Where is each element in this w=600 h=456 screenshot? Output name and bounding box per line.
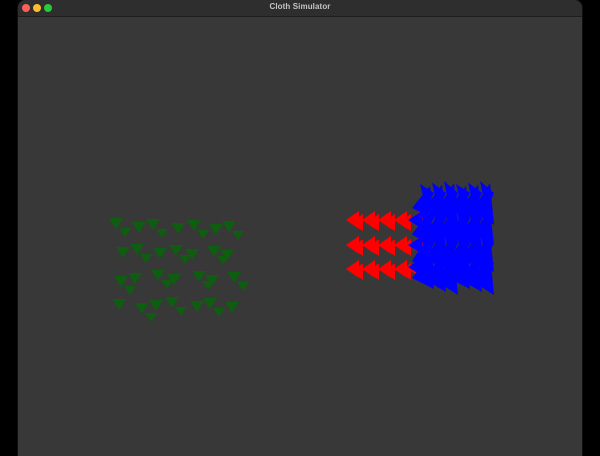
cloth-particle bbox=[146, 219, 160, 230]
cloth-particle bbox=[187, 220, 201, 231]
window-title: Cloth Simulator bbox=[269, 2, 331, 11]
cloth-particle bbox=[114, 276, 128, 287]
cloth-particle bbox=[140, 254, 152, 263]
cloth-particle bbox=[119, 228, 131, 237]
cloth-particle bbox=[227, 272, 241, 283]
cloth-particle bbox=[149, 300, 163, 311]
cloth-particle bbox=[151, 270, 165, 281]
cloth-particle bbox=[232, 231, 244, 240]
cloth-particle bbox=[128, 273, 142, 284]
blue-cloth bbox=[408, 181, 494, 295]
cloth-particle bbox=[145, 313, 157, 322]
cloth-particle bbox=[213, 308, 225, 317]
cloth-particle bbox=[156, 229, 168, 238]
cloth-particle bbox=[109, 218, 123, 229]
app-window: Cloth Simulator bbox=[18, 0, 582, 456]
cloth-particle bbox=[179, 255, 191, 264]
title-bar[interactable]: Cloth Simulator bbox=[18, 0, 582, 17]
cloth-particle bbox=[175, 307, 187, 316]
simulation-canvas[interactable] bbox=[18, 17, 582, 456]
cloth-particle bbox=[197, 230, 209, 239]
cloth-particle bbox=[161, 280, 173, 289]
cloth-particle bbox=[153, 248, 167, 259]
cloth-particle bbox=[171, 223, 185, 234]
cloth-particle bbox=[135, 303, 149, 314]
cloth-particle bbox=[207, 246, 221, 257]
cloth-particle bbox=[165, 297, 179, 308]
green-cloth bbox=[109, 218, 249, 322]
cloth-particle bbox=[130, 244, 144, 255]
cloth-particle bbox=[192, 271, 206, 282]
simulation-viewport bbox=[109, 181, 494, 322]
cloth-particle bbox=[132, 222, 146, 233]
cloth-particle bbox=[112, 299, 126, 310]
cloth-particle bbox=[169, 245, 183, 256]
cloth-particle bbox=[190, 301, 204, 312]
cloth-particle bbox=[209, 224, 223, 235]
cloth-particle bbox=[203, 298, 217, 309]
cloth-particle bbox=[222, 221, 236, 232]
cloth-particle bbox=[237, 282, 249, 291]
cloth-particle bbox=[116, 247, 130, 258]
cloth-particle bbox=[225, 302, 239, 313]
cloth-particle bbox=[124, 286, 136, 295]
